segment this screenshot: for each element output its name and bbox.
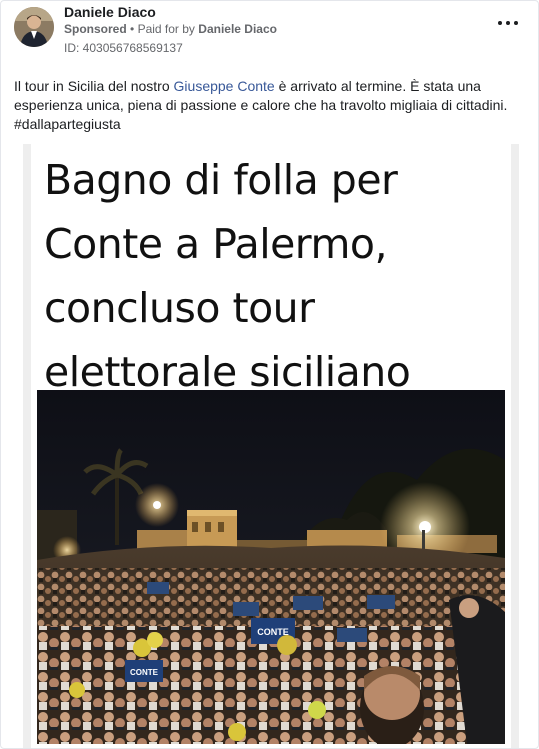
ad-card: Daniele Diaco Sponsored • Paid for by Da… (0, 0, 539, 749)
sign-text-2: CONTE (130, 668, 159, 677)
sponsored-line: Sponsored • Paid for by Daniele Diaco (64, 22, 277, 36)
headline-line-2: Conte a Palermo, (44, 220, 388, 268)
ad-id: ID: 403056768569137 (64, 41, 183, 55)
paid-for-name[interactable]: Daniele Diaco (198, 22, 277, 36)
mention-link[interactable]: Giuseppe Conte (174, 78, 275, 94)
crowd-photo: CONTE CONTE (37, 390, 505, 744)
author-avatar[interactable] (14, 7, 54, 47)
paid-for-prefix: Paid for by (137, 22, 195, 36)
media-headline: Bagno di folla per Conte a Palermo, conc… (44, 148, 514, 404)
media-side-left (23, 144, 31, 748)
post-text-start: Il tour in Sicilia del nostro (14, 78, 174, 94)
sponsored-label: Sponsored (64, 22, 127, 36)
more-horizontal-icon[interactable] (498, 17, 518, 29)
dot-separator: • (130, 22, 138, 36)
headline-line-1: Bagno di folla per (44, 156, 398, 204)
post-text: Il tour in Sicilia del nostro Giuseppe C… (14, 77, 529, 134)
author-name[interactable]: Daniele Diaco (64, 4, 156, 20)
headline-line-3: concluso tour (44, 284, 315, 332)
conte-sign-2: CONTE (125, 660, 163, 682)
